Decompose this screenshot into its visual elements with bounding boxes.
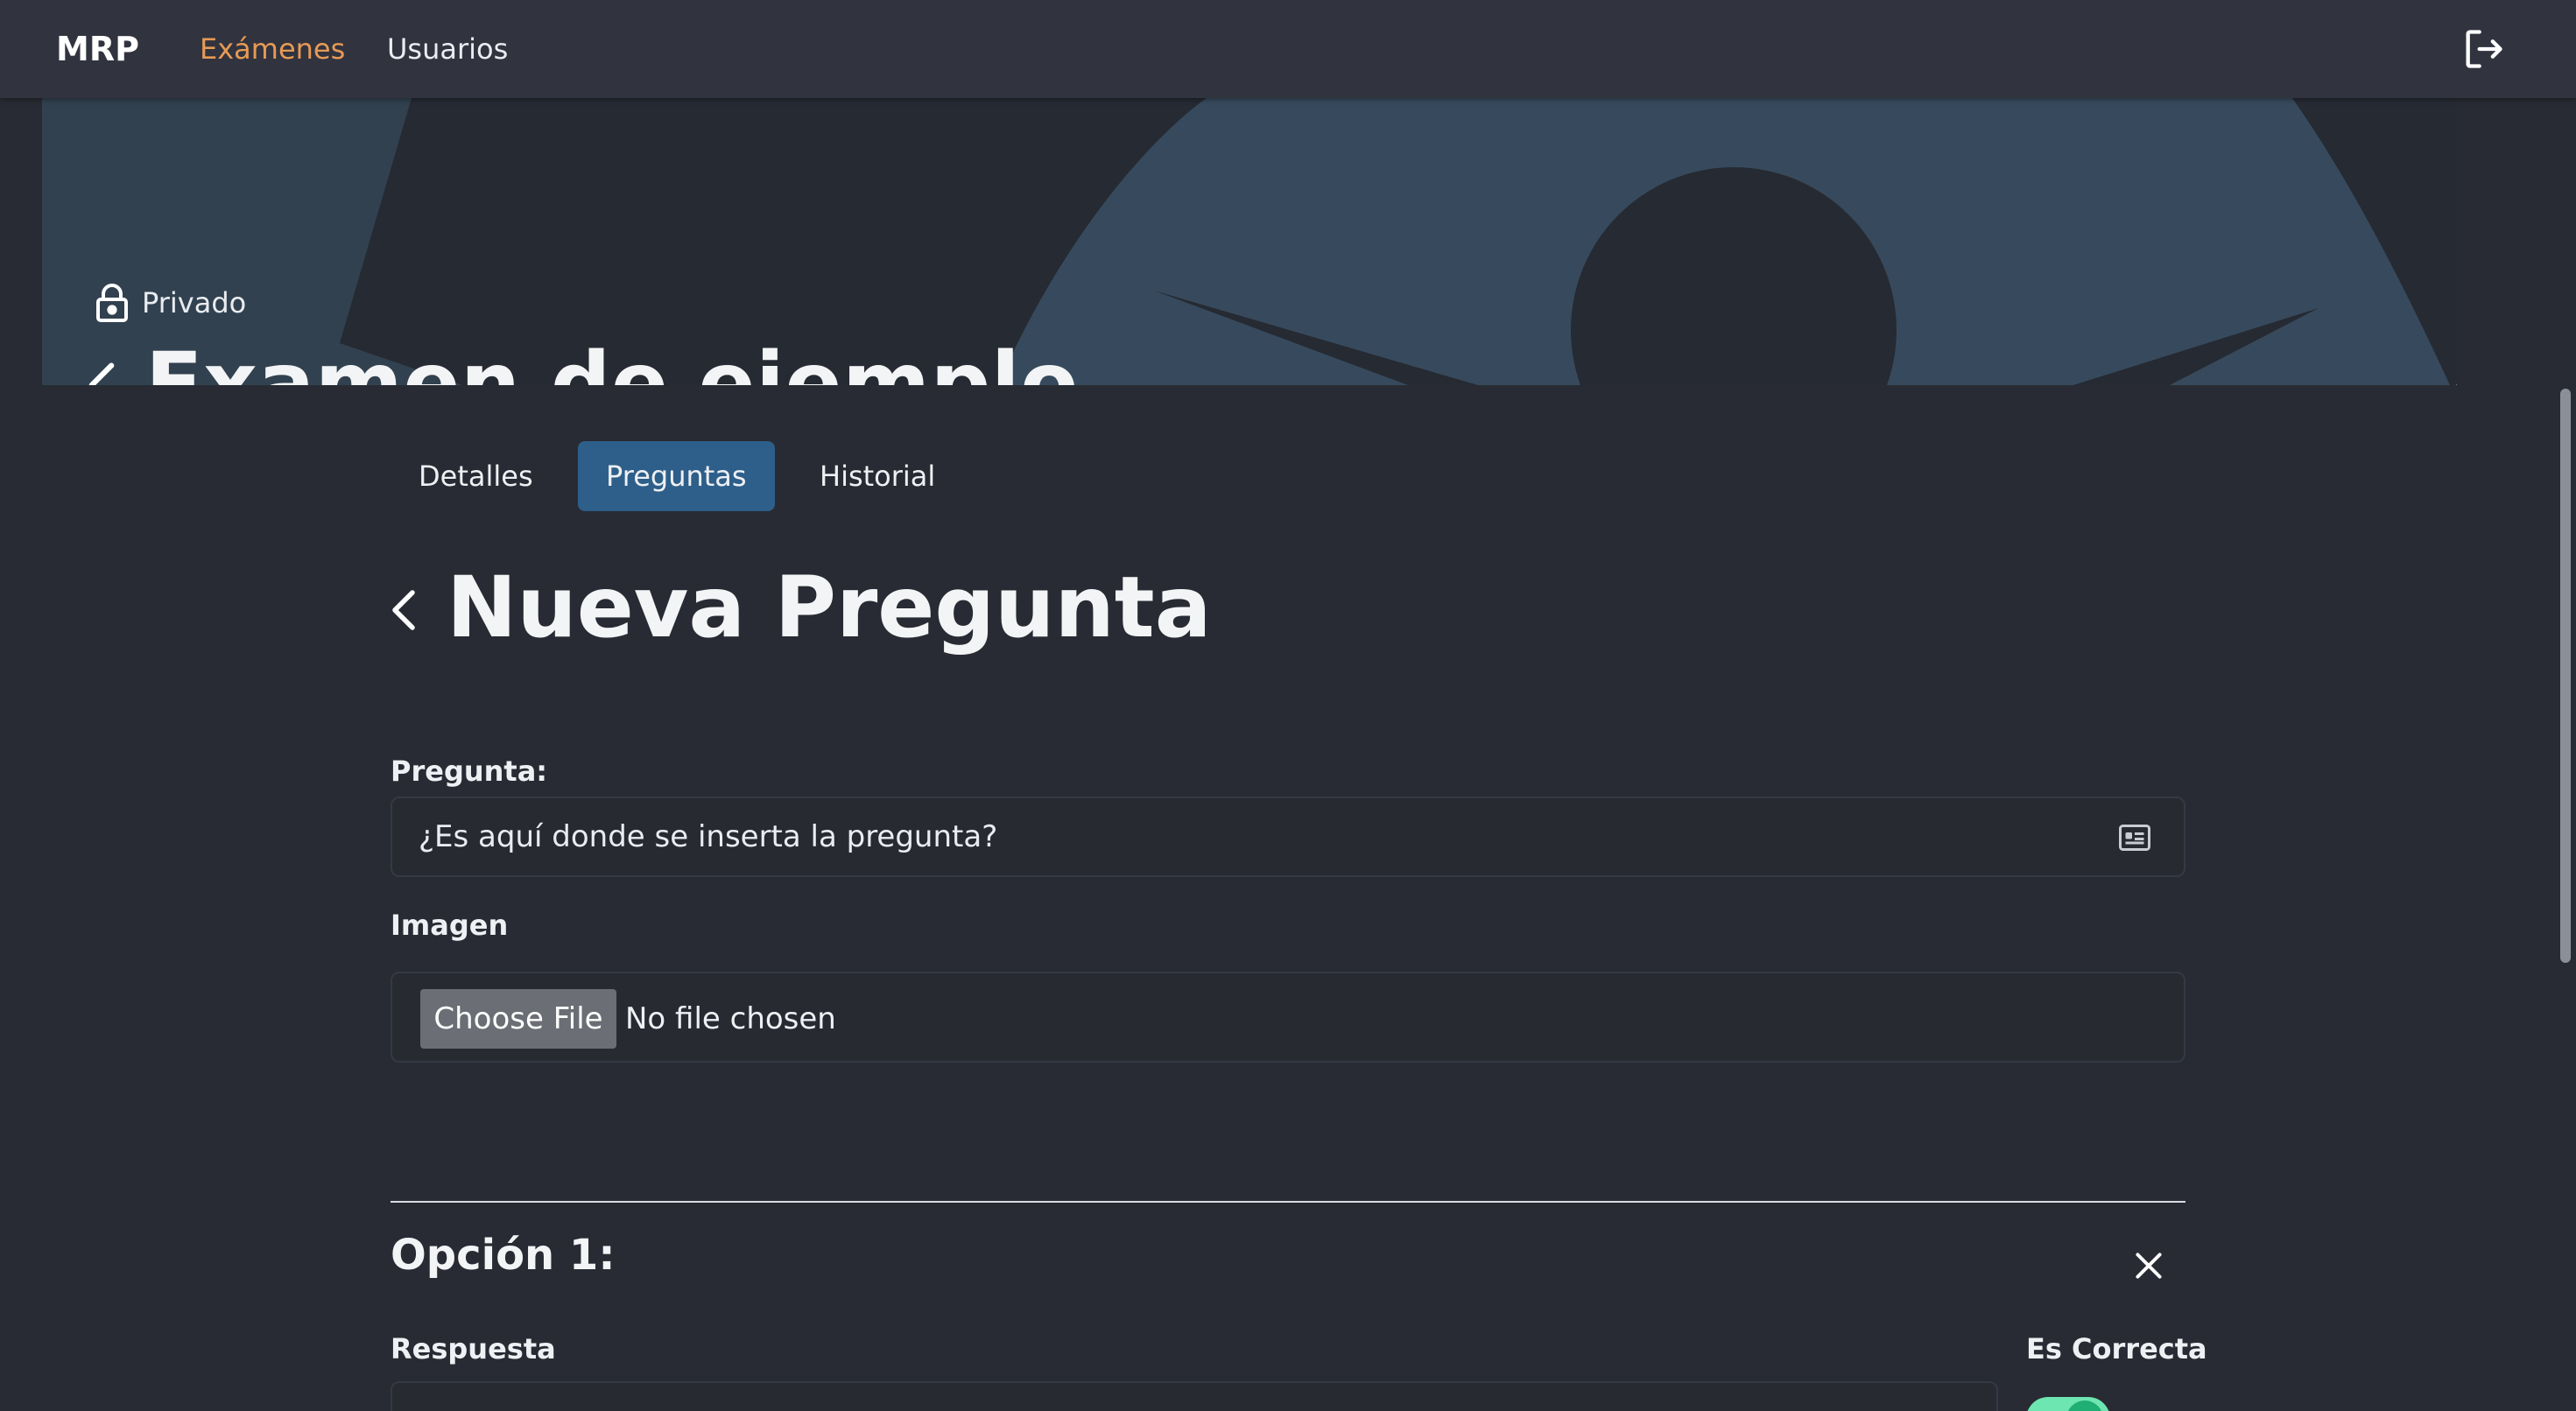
top-navbar: MRP Exámenes Usuarios bbox=[0, 0, 2576, 98]
toggle-knob bbox=[2066, 1400, 2103, 1411]
back-chevron-icon[interactable] bbox=[86, 361, 117, 385]
question-input[interactable] bbox=[419, 798, 2082, 875]
visibility-label: Privado bbox=[142, 286, 247, 319]
visibility-indicator: Privado bbox=[95, 282, 246, 324]
choose-file-button[interactable]: Choose File bbox=[420, 989, 616, 1049]
logout-icon[interactable] bbox=[2460, 26, 2506, 72]
tab-detalles[interactable]: Detalles bbox=[391, 441, 561, 511]
image-file-field: Choose File No file chosen bbox=[391, 972, 2185, 1063]
option-title: Opción 1: bbox=[391, 1231, 616, 1280]
exam-title: Examen de ejemplo bbox=[145, 334, 1079, 385]
exam-hero-banner: Privado Examen de ejemplo bbox=[42, 98, 2457, 385]
tab-historial[interactable]: Historial bbox=[792, 441, 963, 511]
brand-logo[interactable]: MRP bbox=[56, 30, 139, 68]
contact-card-icon bbox=[2119, 825, 2150, 851]
lock-icon bbox=[96, 284, 128, 322]
page-title: Nueva Pregunta bbox=[447, 558, 1212, 656]
edit-pencil-icon[interactable] bbox=[2443, 366, 2457, 385]
question-label: Pregunta: bbox=[391, 755, 548, 788]
answer-label: Respuesta bbox=[391, 1332, 556, 1365]
file-status-text: No file chosen bbox=[625, 1001, 836, 1036]
tab-preguntas[interactable]: Preguntas bbox=[578, 441, 775, 511]
answer-input[interactable] bbox=[391, 1381, 1998, 1411]
is-correct-label: Es Correcta bbox=[2026, 1332, 2207, 1365]
nav-link-examenes[interactable]: Exámenes bbox=[200, 32, 345, 66]
image-label: Imagen bbox=[391, 909, 509, 942]
nav-link-usuarios[interactable]: Usuarios bbox=[387, 32, 508, 66]
page-scrollbar[interactable] bbox=[2560, 389, 2571, 963]
is-correct-toggle[interactable] bbox=[2026, 1397, 2110, 1411]
close-icon[interactable] bbox=[2133, 1250, 2164, 1281]
section-divider bbox=[391, 1201, 2185, 1203]
back-chevron-icon[interactable] bbox=[391, 588, 417, 632]
question-field bbox=[391, 797, 2185, 877]
